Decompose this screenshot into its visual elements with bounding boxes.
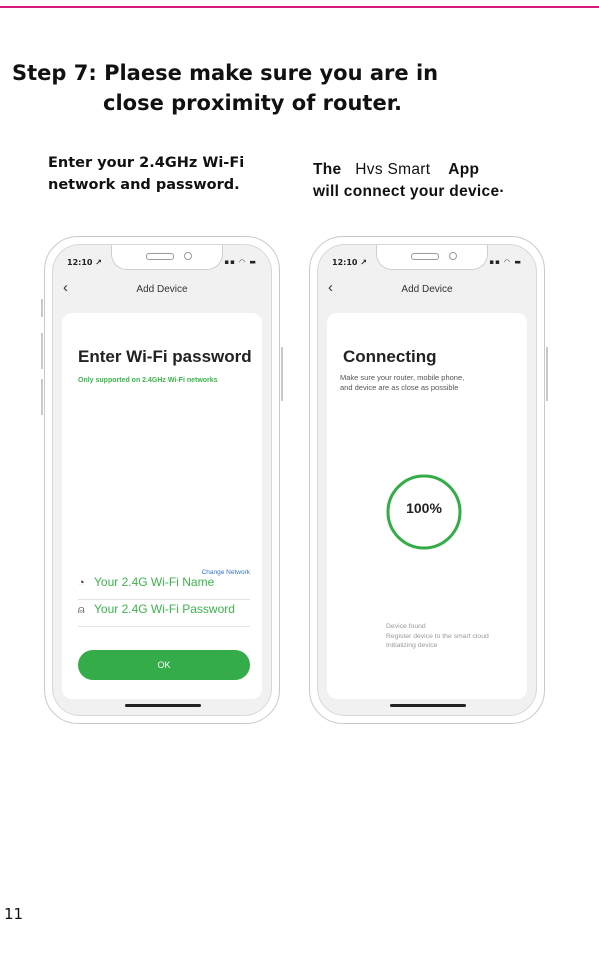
phone-notch: [111, 245, 223, 270]
side-button: [41, 333, 43, 369]
page-number: 11: [4, 905, 24, 923]
side-button: [281, 347, 283, 401]
nav-bar: ‹ Add Device: [318, 279, 536, 303]
phone-right: 12:10 ↗ ▪▪ ◠ ▬ ‹ Add Device Connecting M…: [309, 236, 548, 724]
nav-bar: ‹ Add Device: [53, 279, 271, 303]
home-indicator: [390, 704, 466, 707]
side-button: [41, 299, 43, 317]
wifi-name-field[interactable]: ◔ Your 2.4G Wi-Fi Name: [78, 575, 250, 600]
status-time: 12:10 ↗: [67, 258, 102, 267]
phone-screen: 12:10 ↗ ▪▪ ◠ ▬ ‹ Add Device Enter Wi-Fi …: [52, 244, 272, 716]
right-caption-the: The: [313, 161, 342, 178]
status-icons: ▪▪ ◠ ▬: [489, 258, 522, 266]
step-title-line2: close proximity of router.: [103, 91, 403, 115]
status-time: 12:10 ↗: [332, 258, 367, 267]
status-icons: ▪▪ ◠ ▬: [224, 258, 257, 266]
left-caption: Enter your 2.4GHz Wi-Fi network and pass…: [48, 152, 298, 196]
step-register: Register device to the smart cloud: [386, 632, 489, 640]
wifi-heading: Enter Wi-Fi password: [78, 347, 252, 366]
connection-steps: Device found Register device to the smar…: [386, 622, 489, 651]
side-button: [41, 379, 43, 415]
connecting-subtitle: Make sure your router, mobile phone, and…: [340, 373, 465, 392]
lock-icon: ⍝: [78, 604, 85, 616]
right-caption-app: App: [448, 161, 480, 178]
step-title-line1: Step 7: Plaese make sure you are in: [12, 61, 439, 85]
wifi-name-value: Your 2.4G Wi-Fi Name: [94, 575, 215, 589]
wifi-icon: ◔: [78, 577, 85, 589]
phone-left: 12:10 ↗ ▪▪ ◠ ▬ ‹ Add Device Enter Wi-Fi …: [41, 236, 283, 724]
progress-percent: 100%: [406, 500, 442, 516]
right-caption-brand: Hvs Smart: [355, 161, 431, 178]
phone-screen: 12:10 ↗ ▪▪ ◠ ▬ ‹ Add Device Connecting M…: [317, 244, 537, 716]
wifi-note: Only supported on 2.4GHz Wi-Fi networks: [78, 377, 218, 384]
wifi-password-value: Your 2.4G Wi-Fi Password: [94, 602, 235, 616]
left-caption-line1: Enter your 2.4GHz Wi-Fi: [48, 155, 245, 171]
left-caption-line2: network and password.: [48, 177, 240, 193]
side-button: [546, 347, 548, 401]
step-initializing: Initializing device: [386, 642, 438, 649]
wifi-card: Enter Wi-Fi password Only supported on 2…: [62, 313, 262, 699]
phone-notch: [376, 245, 488, 270]
connecting-heading: Connecting: [343, 347, 437, 366]
wifi-password-field[interactable]: ⍝ Your 2.4G Wi-Fi Password: [78, 602, 250, 627]
nav-title: Add Device: [136, 284, 188, 295]
connecting-card: Connecting Make sure your router, mobile…: [327, 313, 527, 699]
ok-button[interactable]: OK: [78, 650, 250, 680]
step-device-found: Device found: [386, 623, 426, 630]
right-caption-line2: will connect your device·: [313, 183, 505, 200]
nav-title: Add Device: [401, 284, 453, 295]
home-indicator: [125, 704, 201, 707]
right-caption: The Hvs Smart App will connect your devi…: [313, 159, 599, 203]
top-divider: [0, 6, 599, 8]
